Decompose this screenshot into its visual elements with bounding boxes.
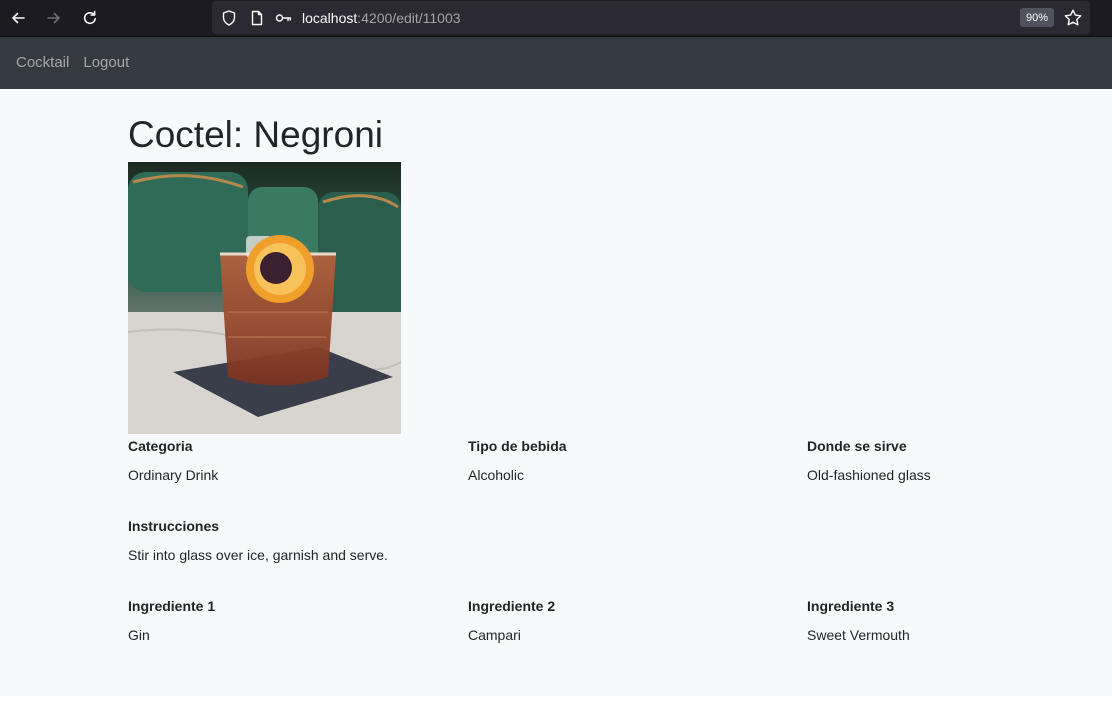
app-navbar: Cocktail Logout	[0, 37, 1112, 89]
ingredient-1-value: Gin	[128, 627, 150, 643]
browser-toolbar: localhost:4200/edit/11003 90%	[0, 0, 1112, 37]
forward-arrow-icon	[47, 12, 60, 24]
url-text[interactable]: localhost:4200/edit/11003	[302, 9, 461, 27]
instructions-label: Instrucciones	[128, 518, 220, 534]
page-icon[interactable]	[248, 9, 266, 27]
instructions-value: Stir into glass over ice, garnish and se…	[128, 547, 388, 563]
glass-field: Donde se sirve Old-fashioned glass	[807, 437, 1087, 484]
back-button[interactable]	[6, 6, 30, 30]
ingredient-1-label: Ingrediente 1	[128, 598, 216, 614]
back-arrow-icon	[12, 12, 25, 24]
ingredient-2-label: Ingrediente 2	[468, 598, 556, 614]
drink-type-value: Alcoholic	[468, 467, 525, 483]
instructions-field: Instrucciones Stir into glass over ice, …	[128, 517, 628, 564]
ingredient-2-field: Ingrediente 2 Campari	[468, 597, 788, 644]
ingredient-2-value: Campari	[468, 627, 521, 643]
nav-link-logout[interactable]: Logout	[83, 53, 129, 73]
url-host: localhost	[302, 10, 358, 26]
cocktail-image	[128, 162, 401, 434]
drink-type-field: Tipo de bebida Alcoholic	[468, 437, 788, 484]
category-value: Ordinary Drink	[128, 467, 219, 483]
glass-value: Old-fashioned glass	[807, 467, 931, 483]
ingredient-1-field: Ingrediente 1 Gin	[128, 597, 448, 644]
reload-button[interactable]	[78, 6, 102, 30]
forward-button[interactable]	[42, 6, 66, 30]
zoom-level-badge[interactable]: 90%	[1020, 8, 1054, 27]
page-title: Coctel: Negroni	[128, 114, 384, 155]
category-field: Categoria Ordinary Drink	[128, 437, 448, 484]
url-path: :4200/edit/11003	[357, 10, 461, 26]
reload-icon	[83, 10, 96, 25]
star-icon[interactable]	[1063, 8, 1083, 28]
key-icon[interactable]	[274, 9, 292, 27]
ingredient-3-label: Ingrediente 3	[807, 598, 895, 614]
glass-label: Donde se sirve	[807, 438, 907, 454]
page-bottom-edge	[0, 696, 1112, 702]
ingredient-3-value: Sweet Vermouth	[807, 627, 910, 643]
drink-type-label: Tipo de bebida	[468, 438, 567, 454]
category-label: Categoria	[128, 438, 193, 454]
ingredient-3-field: Ingrediente 3 Sweet Vermouth	[807, 597, 1087, 644]
url-bar[interactable]: localhost:4200/edit/11003 90%	[212, 1, 1090, 34]
shield-icon[interactable]	[220, 9, 238, 27]
nav-link-cocktail[interactable]: Cocktail	[16, 53, 69, 73]
main-content: Coctel: Negroni Categoria Ordinary Drink…	[0, 89, 1112, 696]
